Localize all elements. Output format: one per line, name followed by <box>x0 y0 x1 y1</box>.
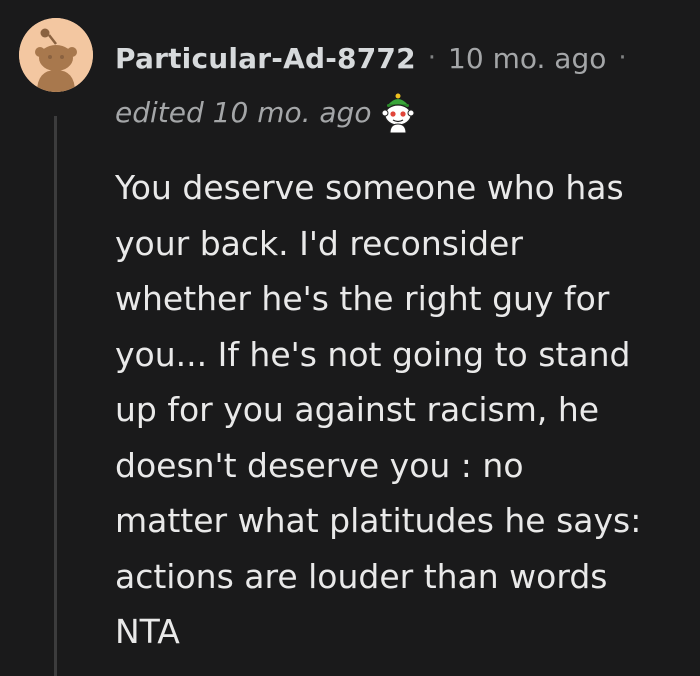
comment-body-line: NTA <box>115 612 180 651</box>
snoo-avatar-icon <box>19 18 93 92</box>
username-link[interactable]: Particular-Ad-8772 <box>115 42 416 75</box>
comment-body-line: up for you against racism, he <box>115 390 600 429</box>
comment-body-line: doesn't deserve you : no <box>115 445 524 485</box>
comment-body-line: actions are louder than words <box>115 556 608 596</box>
comment-body-line: you... If he's not going to stand <box>115 334 631 374</box>
edited-row: edited 10 mo. ago <box>115 90 419 134</box>
thread-line[interactable] <box>54 116 57 676</box>
edited-label: edited 10 mo. ago <box>115 95 372 129</box>
comment-meta: Particular-Ad-8772 · 10 mo. ago · <box>115 36 627 80</box>
comment-body-line: your back. I'd reconsider <box>115 223 523 263</box>
separator-dot-trailing: · <box>618 43 627 73</box>
comment-body-line: whether he's the right guy for <box>115 279 610 318</box>
comment-body: You deserve someone who has your back. I… <box>115 160 685 660</box>
snoo-helmet-award-icon[interactable] <box>377 91 419 134</box>
comment-body-line: You deserve someone who has <box>115 168 624 207</box>
comment-body-line: matter what platitudes he says: <box>115 501 642 540</box>
user-avatar[interactable] <box>19 18 93 92</box>
comment: Particular-Ad-8772 · 10 mo. ago · edited… <box>0 0 700 676</box>
comment-timestamp[interactable]: 10 mo. ago <box>448 42 606 75</box>
separator-dot: · <box>427 43 437 73</box>
